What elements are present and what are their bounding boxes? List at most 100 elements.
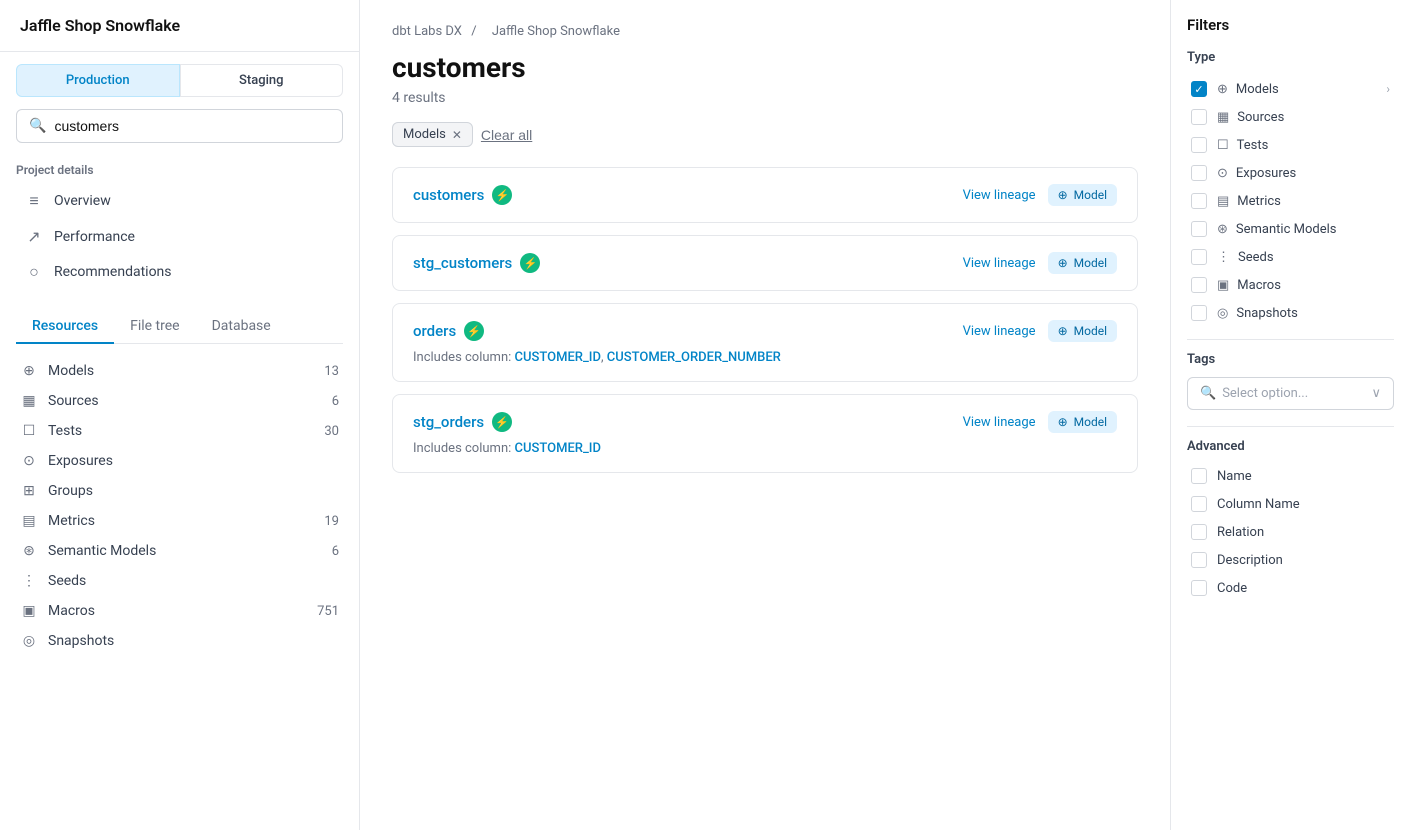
resource-tests[interactable]: ☐ Tests 30 <box>16 416 343 446</box>
env-tab-production[interactable]: Production <box>16 64 180 97</box>
view-lineage-stg-orders[interactable]: View lineage <box>963 415 1036 430</box>
active-filter-models[interactable]: Models ✕ <box>392 122 473 147</box>
filter-checkbox-sources[interactable] <box>1191 109 1207 125</box>
nav-item-performance[interactable]: ↗ Performance <box>16 219 343 254</box>
filter-macros-icon: ▣ <box>1217 278 1229 293</box>
result-link-orders[interactable]: orders ⚡ <box>413 321 484 341</box>
resource-snapshots[interactable]: ◎ Snapshots <box>16 626 343 656</box>
resource-sources[interactable]: ▦ Sources 6 <box>16 386 343 416</box>
filters-panel: Filters Type ⊕ Models › ▦ Sources ☐ Test… <box>1170 0 1410 830</box>
result-link-stg-customers[interactable]: stg_customers ⚡ <box>413 253 540 273</box>
page-title: customers <box>392 51 1138 84</box>
model-badge-orders: ⊕ Model <box>1048 320 1117 342</box>
column-link-customer-id-stg-orders[interactable]: CUSTOMER_ID <box>515 441 601 456</box>
search-input[interactable] <box>54 118 330 134</box>
clear-all-button[interactable]: Clear all <box>481 127 532 143</box>
filter-checkbox-tests[interactable] <box>1191 137 1207 153</box>
result-card-stg-customers: stg_customers ⚡ View lineage ⊕ Model <box>392 235 1138 291</box>
filter-checkbox-models[interactable] <box>1191 81 1207 97</box>
filter-checkbox-code[interactable] <box>1191 580 1207 596</box>
resource-models[interactable]: ⊕ Models 13 <box>16 356 343 386</box>
tab-database[interactable]: Database <box>196 310 287 344</box>
filter-type-semantic-models[interactable]: ⊛ Semantic Models <box>1187 215 1394 243</box>
filter-seeds-icon: ⋮ <box>1217 250 1230 265</box>
result-card-orders: orders ⚡ View lineage ⊕ Model Includes c… <box>392 303 1138 382</box>
filter-advanced-relation[interactable]: Relation <box>1187 518 1394 546</box>
filter-checkbox-snapshots[interactable] <box>1191 305 1207 321</box>
filter-type-snapshots[interactable]: ◎ Snapshots <box>1187 299 1394 327</box>
filter-models-icon: ⊕ <box>1217 82 1228 97</box>
filter-advanced-description[interactable]: Description <box>1187 546 1394 574</box>
tab-resources[interactable]: Resources <box>16 310 114 344</box>
filter-semantic-models-icon: ⊛ <box>1217 222 1228 237</box>
model-badge-stg-orders: ⊕ Model <box>1048 411 1117 433</box>
column-link-customer-id-orders[interactable]: CUSTOMER_ID <box>515 350 601 365</box>
nav-item-overview[interactable]: ≡ Overview <box>16 183 343 219</box>
resource-macros[interactable]: ▣ Macros 751 <box>16 596 343 626</box>
result-meta-orders: Includes column: CUSTOMER_ID, CUSTOMER_O… <box>413 350 1117 365</box>
model-badge-stg-customers: ⊕ Model <box>1048 252 1117 274</box>
filter-type-models[interactable]: ⊕ Models › <box>1187 75 1394 103</box>
filter-checkbox-column-name[interactable] <box>1191 496 1207 512</box>
main-content: dbt Labs DX / Jaffle Shop Snowflake cust… <box>360 0 1170 830</box>
results-count: 4 results <box>392 90 1138 106</box>
filter-checkbox-relation[interactable] <box>1191 524 1207 540</box>
tags-section-title: Tags <box>1187 352 1394 367</box>
filter-type-seeds[interactable]: ⋮ Seeds <box>1187 243 1394 271</box>
view-lineage-orders[interactable]: View lineage <box>963 324 1036 339</box>
resource-seeds[interactable]: ⋮ Seeds <box>16 566 343 596</box>
filter-type-tests[interactable]: ☐ Tests <box>1187 131 1394 159</box>
filter-type-sources[interactable]: ▦ Sources <box>1187 103 1394 131</box>
resource-metrics[interactable]: ▤ Metrics 19 <box>16 506 343 536</box>
breadcrumb-current: Jaffle Shop Snowflake <box>492 24 620 39</box>
filter-checkbox-name[interactable] <box>1191 468 1207 484</box>
resource-groups[interactable]: ⊞ Groups <box>16 476 343 506</box>
resources-section: Resources File tree Database ⊕ Models 13… <box>0 298 359 830</box>
nav-item-recommendations[interactable]: ○ Recommendations <box>16 254 343 290</box>
metrics-icon: ▤ <box>20 513 38 529</box>
filter-checkbox-metrics[interactable] <box>1191 193 1207 209</box>
semantic-models-icon: ⊛ <box>20 543 38 559</box>
filter-metrics-icon: ▤ <box>1217 194 1229 209</box>
resource-exposures[interactable]: ⊙ Exposures <box>16 446 343 476</box>
filter-advanced-name[interactable]: Name <box>1187 462 1394 490</box>
filter-advanced-code[interactable]: Code <box>1187 574 1394 602</box>
filter-checkbox-macros[interactable] <box>1191 277 1207 293</box>
breadcrumb-parent[interactable]: dbt Labs DX <box>392 24 462 39</box>
overview-icon: ≡ <box>24 191 44 211</box>
breadcrumb: dbt Labs DX / Jaffle Shop Snowflake <box>392 24 1138 39</box>
divider-tags <box>1187 339 1394 340</box>
filter-checkbox-exposures[interactable] <box>1191 165 1207 181</box>
tags-select[interactable]: 🔍 Select option... ∨ <box>1187 377 1394 410</box>
view-lineage-customers[interactable]: View lineage <box>963 188 1036 203</box>
macros-icon: ▣ <box>20 603 38 619</box>
filter-type-macros[interactable]: ▣ Macros <box>1187 271 1394 299</box>
expand-models-icon[interactable]: › <box>1386 82 1390 96</box>
filter-type-exposures[interactable]: ⊙ Exposures <box>1187 159 1394 187</box>
filter-sources-icon: ▦ <box>1217 110 1229 125</box>
result-link-customers[interactable]: customers ⚡ <box>413 185 512 205</box>
recommendations-icon: ○ <box>24 262 44 282</box>
remove-filter-models[interactable]: ✕ <box>452 128 462 142</box>
models-icon: ⊕ <box>20 363 38 379</box>
divider-advanced <box>1187 426 1394 427</box>
column-link-customer-order-number[interactable]: CUSTOMER_ORDER_NUMBER <box>607 350 781 365</box>
lightning-badge-orders: ⚡ <box>464 321 484 341</box>
advanced-section-title: Advanced <box>1187 439 1394 454</box>
project-details-label: Project details <box>16 163 343 177</box>
view-lineage-stg-customers[interactable]: View lineage <box>963 256 1036 271</box>
filter-advanced-column-name[interactable]: Column Name <box>1187 490 1394 518</box>
performance-icon: ↗ <box>24 227 44 246</box>
filter-checkbox-description[interactable] <box>1191 552 1207 568</box>
env-tab-staging[interactable]: Staging <box>180 64 344 97</box>
tab-file-tree[interactable]: File tree <box>114 310 196 344</box>
filter-type-metrics[interactable]: ▤ Metrics <box>1187 187 1394 215</box>
resource-semantic-models[interactable]: ⊛ Semantic Models 6 <box>16 536 343 566</box>
lightning-badge-stg-orders: ⚡ <box>492 412 512 432</box>
result-link-stg-orders[interactable]: stg_orders ⚡ <box>413 412 512 432</box>
filter-exposures-icon: ⊙ <box>1217 166 1228 181</box>
search-box: 🔍 <box>16 109 343 143</box>
filter-checkbox-semantic-models[interactable] <box>1191 221 1207 237</box>
filter-checkbox-seeds[interactable] <box>1191 249 1207 265</box>
exposures-icon: ⊙ <box>20 453 38 469</box>
